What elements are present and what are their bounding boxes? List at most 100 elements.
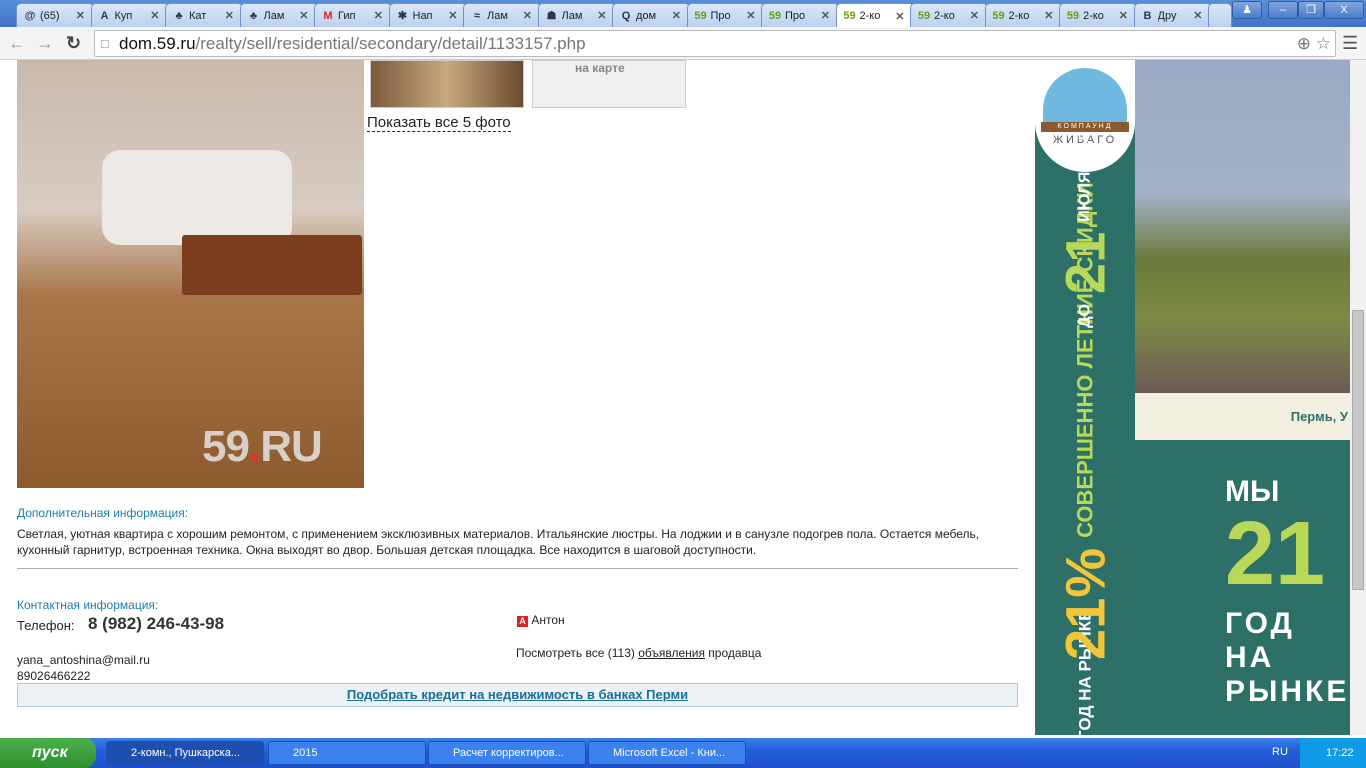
tab-close-icon[interactable]: ✕ (970, 9, 979, 22)
system-tray: 17:22 (1300, 738, 1366, 768)
taskbar: пуск 2-комн., Пушкарска... 2015 Расчет к… (0, 738, 1366, 768)
credit-link[interactable]: Подобрать кредит на недвижимость в банка… (347, 687, 688, 702)
url-path: /realty/sell/residential/secondary/detai… (195, 34, 586, 53)
taskbar-item-chrome[interactable]: 2-комн., Пушкарска... (106, 741, 264, 765)
phone-label: Телефон: (17, 618, 75, 633)
show-all-photos-link[interactable]: Показать все 5 фото (367, 114, 511, 132)
seller: A Антон (517, 612, 565, 628)
browser-tab[interactable]: 59 2-ко ✕ (910, 3, 988, 27)
taskbar-item-folder[interactable]: 2015 (268, 741, 426, 765)
browser-tab[interactable]: Qдом ✕ (612, 3, 690, 27)
tab-title: Про (710, 9, 731, 22)
tab-favicon-icon: ☗ (546, 10, 557, 22)
tab-favicon-icon: Q (621, 9, 631, 22)
tab-close-icon[interactable]: ✕ (746, 9, 755, 22)
browser-tab[interactable]: ☗ Лам ✕ (537, 3, 616, 27)
tab-title: 2-ко (1008, 9, 1030, 22)
tab-title: 2-ко (1083, 9, 1104, 22)
tab-title: Нап (412, 9, 433, 22)
reload-icon[interactable]: ↻ (66, 33, 81, 54)
tab-close-icon[interactable]: ✕ (672, 9, 681, 22)
minimize-button[interactable]: – (1268, 1, 1298, 19)
tab-favicon-icon: 59 (917, 9, 931, 22)
tab-favicon-icon: 59 (843, 10, 856, 22)
tab-title: 2-ко (934, 9, 955, 22)
tab-close-icon[interactable]: ✕ (1193, 9, 1202, 22)
profile-button[interactable]: ♟ (1232, 1, 1262, 19)
seller-icon: A (517, 616, 528, 627)
tab-close-icon[interactable]: ✕ (597, 9, 606, 22)
browser-tab[interactable]: 59 2-ко ✕ (984, 3, 1063, 27)
restore-button[interactable]: ❐ (1298, 1, 1324, 19)
map-thumbnail[interactable]: на карте (532, 60, 686, 108)
tab-close-icon[interactable]: ✕ (299, 9, 308, 22)
ad-years-block: МЫ 21 ГОД НА РЫНКЕ (1225, 475, 1350, 708)
tab-close-icon[interactable]: ✕ (895, 10, 904, 23)
tab-title: Куп (114, 9, 133, 22)
browser-tab[interactable]: ♣ Кат ✕ (165, 3, 243, 27)
close-window-button[interactable]: X (1324, 1, 1364, 19)
taskbar-item-excel[interactable]: Microsoft Excel - Кни... (588, 741, 746, 765)
apartment-photo[interactable]: 59.RU (17, 60, 364, 488)
menu-icon[interactable]: ☰ (1342, 33, 1358, 54)
tab-favicon-icon: 59 (768, 9, 782, 22)
new-tab-button[interactable] (1208, 3, 1232, 27)
forward-icon[interactable]: → (36, 33, 54, 54)
browser-tab[interactable]: B Дру ✕ (1133, 3, 1212, 27)
ad-building-photo (1135, 60, 1350, 393)
tab-strip: @ (65) ✕ A Куп ✕ ♣ Кат ✕ ♣ Лам ✕ M Гип ✕ ✱ Нап ✕ ≈ Лам ✕ ☗ Лам… (0, 0, 1366, 28)
credit-banner: Подобрать кредит на недвижимость в банка… (17, 683, 1018, 707)
advertisement-banner[interactable]: Пермь, У КОМПАУНД ЖИВАГО ГОД НА РЫНКЕ 21… (1035, 60, 1350, 735)
tab-favicon-icon: @ (24, 9, 36, 22)
browser-tab[interactable]: ♣ Лам ✕ (239, 3, 318, 27)
tab-favicon-icon: ♣ (175, 9, 183, 22)
vertical-scrollbar[interactable] (1350, 60, 1366, 735)
tab-favicon-icon: ≈ (473, 9, 481, 22)
tab-close-icon[interactable]: ✕ (225, 9, 234, 22)
seller-listings: Посмотреть все (113) объявления продавца (516, 646, 762, 660)
zoom-icon[interactable]: ⊕ (1297, 31, 1311, 56)
seller-listings-link[interactable]: объявления (638, 646, 705, 660)
taskbar-item-word[interactable]: Расчет корректиров... (428, 741, 586, 765)
browser-tab[interactable]: 59 Про ✕ (686, 3, 765, 27)
description: Светлая, уютная квартира с хорошим ремон… (17, 527, 980, 557)
tab-favicon-icon: M (323, 9, 333, 22)
phone-secondary: 89026466222 (17, 669, 91, 683)
contact-info-label: Контактная информация: (17, 598, 159, 612)
tab-favicon-icon: ✱ (397, 10, 408, 22)
tab-title: Дру (1157, 9, 1177, 22)
photo-thumbnail[interactable] (370, 60, 524, 108)
tab-close-icon[interactable]: ✕ (448, 9, 457, 22)
browser-tab[interactable]: M Гип ✕ (314, 3, 392, 27)
language-indicator[interactable]: RU (1272, 746, 1288, 758)
tab-title: Лам (487, 9, 508, 22)
tab-close-icon[interactable]: ✕ (821, 9, 830, 22)
browser-tab[interactable]: @ (65) ✕ (16, 3, 94, 27)
tab-close-icon[interactable]: ✕ (523, 9, 532, 22)
tab-close-icon[interactable]: ✕ (1119, 9, 1128, 22)
tab-favicon-icon: A (100, 9, 109, 22)
browser-tab[interactable]: 59 2-ко ✕ (835, 3, 914, 28)
tab-close-icon[interactable]: ✕ (76, 9, 85, 22)
ad-address: Пермь, У (1135, 393, 1350, 440)
browser-tab[interactable]: ✱ Нап ✕ (388, 3, 467, 27)
tab-close-icon[interactable]: ✕ (374, 9, 383, 22)
tab-favicon-icon: ♣ (249, 9, 258, 22)
browser-tab[interactable]: A Куп ✕ (90, 3, 169, 27)
tab-favicon-icon: 59 (1066, 9, 1080, 22)
tab-title: дом (636, 9, 657, 22)
tab-close-icon[interactable]: ✕ (1044, 9, 1053, 22)
address-bar[interactable]: □ dom.59.ru/realty/sell/residential/seco… (94, 30, 1336, 57)
page-icon: □ (101, 36, 109, 51)
browser-tab[interactable]: 59 2-ко ✕ (1059, 3, 1137, 27)
seller-name: Антон (531, 613, 565, 627)
tab-favicon-icon: 59 (694, 9, 707, 22)
browser-tab[interactable]: ≈ Лам ✕ (463, 3, 541, 27)
start-button[interactable]: пуск (0, 738, 96, 768)
tab-favicon-icon: 59 (992, 9, 1005, 22)
back-icon[interactable]: ← (8, 33, 26, 54)
bookmark-star-icon[interactable]: ☆ (1316, 31, 1331, 56)
browser-tab[interactable]: 59 Про ✕ (761, 3, 839, 27)
tab-close-icon[interactable]: ✕ (150, 9, 159, 22)
scrollbar-thumb[interactable] (1352, 310, 1364, 590)
